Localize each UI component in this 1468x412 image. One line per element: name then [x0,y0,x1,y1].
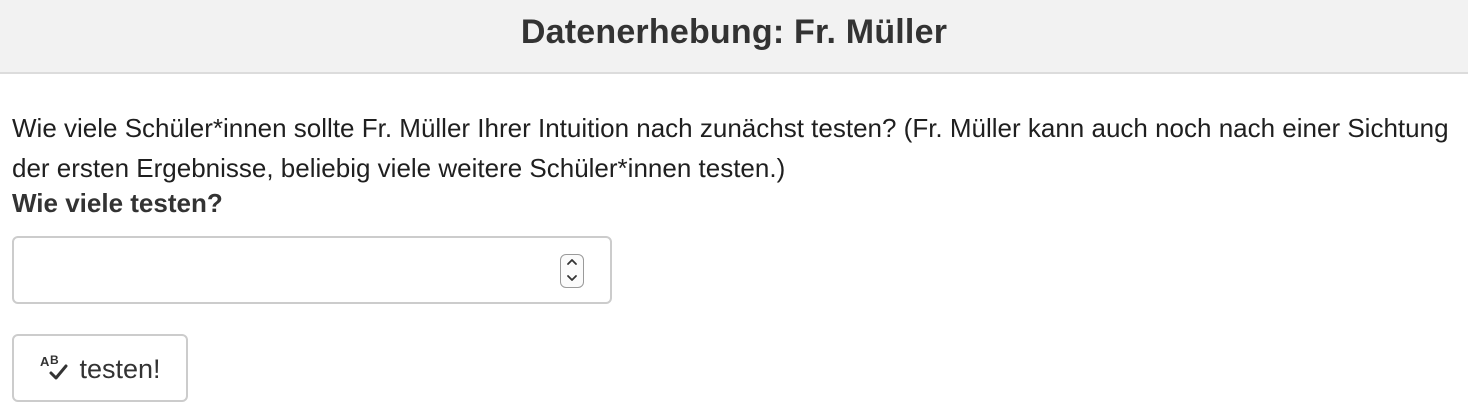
stepper-down-arrow-icon[interactable] [561,271,583,287]
page-title: Datenerhebung: Fr. Müller [520,12,948,51]
spellcheck-icon: A B [39,351,73,385]
svg-text:A: A [40,354,50,369]
test-submit-button[interactable]: A B testen! [12,334,188,402]
test-count-input[interactable] [14,238,562,302]
page-header: Datenerhebung: Fr. Müller [0,0,1468,74]
number-field-label: Wie viele testen? [12,188,223,218]
stepper-up-arrow-icon[interactable] [561,255,583,271]
submit-button-label: testen! [79,353,161,384]
svg-text:B: B [50,353,59,367]
number-stepper[interactable] [560,254,584,288]
question-text: Wie viele Schüler*innen sollte Fr. Mülle… [12,113,1449,183]
test-count-field[interactable] [12,236,612,304]
